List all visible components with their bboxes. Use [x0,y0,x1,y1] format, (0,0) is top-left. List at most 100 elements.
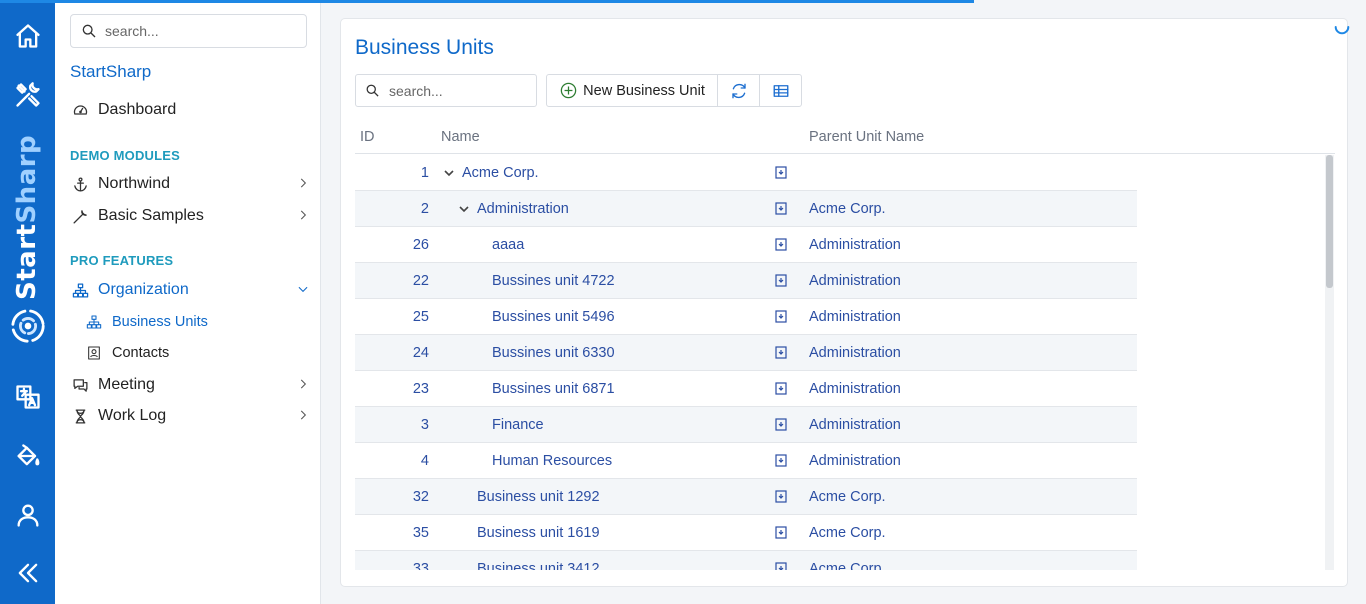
cell-parent-link[interactable]: Administration [809,345,901,361]
table-row[interactable]: 4 Human Resources Administration [355,443,1137,479]
cell-parent-link[interactable]: Acme Corp. [809,561,886,570]
scrollbar-thumb[interactable] [1326,155,1333,288]
sidebar-item-label: Northwind [98,175,171,192]
cell-id: 26 [412,237,429,253]
grid-scrollbar[interactable] [1325,155,1334,570]
edit-row-icon[interactable] [775,418,787,431]
wrench-icon [70,206,90,226]
table-row[interactable]: 23 Bussines unit 6871 Administration [355,371,1137,407]
sidebar-item-label: Basic Samples [98,207,204,224]
chevron-down-icon [296,282,310,296]
hourglass-icon [70,406,90,426]
cell-id: 2 [420,201,429,217]
chevron-right-icon [296,408,310,422]
cell-parent-link[interactable]: Administration [809,453,901,469]
cell-name-link[interactable]: Acme Corp. [462,165,539,181]
sidebar-search-input[interactable] [105,23,295,39]
sidebar-item-label: Business Units [112,314,208,330]
cell-id: 33 [412,561,429,570]
sidebar-item-northwind[interactable]: Northwind [70,171,310,197]
chevron-down-icon[interactable] [458,203,470,215]
edit-row-icon[interactable] [775,562,787,570]
anchor-icon [70,174,90,194]
table-row[interactable]: 24 Bussines unit 6330 Administration [355,335,1137,371]
column-picker-button[interactable] [759,75,801,106]
logo-swirl-icon [11,309,45,343]
cell-name-link[interactable]: Business unit 3412 [477,561,600,570]
column-header-parent-unit-name[interactable]: Parent Unit Name [809,129,924,145]
cell-parent-link[interactable]: Administration [809,273,901,289]
table-row[interactable]: 35 Business unit 1619 Acme Corp. [355,515,1137,551]
cell-name-link[interactable]: Finance [492,417,544,433]
edit-row-icon[interactable] [775,238,787,251]
edit-row-icon[interactable] [775,526,787,539]
grid-search-input[interactable] [389,82,529,99]
cell-parent-link[interactable]: Administration [809,417,901,433]
cell-id: 1 [420,165,429,181]
sidebar: StartSharp Dashboard DEMO MODULES Northw… [55,0,321,604]
sidebar-item-basic-samples[interactable]: Basic Samples [70,203,310,229]
cell-parent-link[interactable]: Administration [809,381,901,397]
cell-parent-link[interactable]: Acme Corp. [809,525,886,541]
edit-row-icon[interactable] [775,202,787,215]
table-row[interactable]: 1 Acme Corp. [355,155,1137,191]
table-row[interactable]: 3 Finance Administration [355,407,1137,443]
grid-search[interactable] [355,74,537,107]
cell-name-link[interactable]: Business unit 1619 [477,525,600,541]
collapse-icon[interactable] [0,553,55,593]
cell-id: 35 [412,525,429,541]
sidebar-item-contacts[interactable]: Contacts [85,341,305,365]
sidebar-brand[interactable]: StartSharp [70,62,151,82]
edit-row-icon[interactable] [775,310,787,323]
chevron-down-icon[interactable] [443,167,455,179]
table-row[interactable]: 2 Administration Acme Corp. [355,191,1137,227]
cell-parent-link[interactable]: Acme Corp. [809,201,886,217]
edit-row-icon[interactable] [775,454,787,467]
sidebar-search[interactable] [70,14,307,48]
home-icon[interactable] [0,16,55,56]
cell-name-link[interactable]: Bussines unit 6871 [492,381,615,397]
cell-name-link[interactable]: Business unit 1292 [477,489,600,505]
contact-card-icon [85,344,103,362]
cell-id: 24 [412,345,429,361]
org-chart-icon [70,280,90,300]
table-row[interactable]: 33 Business unit 3412 Acme Corp. [355,551,1137,570]
sidebar-item-meeting[interactable]: Meeting [70,372,310,398]
cell-name-link[interactable]: Bussines unit 4722 [492,273,615,289]
speedometer-icon [70,100,90,120]
cell-name-link[interactable]: Administration [477,201,569,217]
brand-text-sharp: Sharp [12,134,42,224]
refresh-button[interactable] [717,75,759,106]
new-business-unit-button[interactable]: New Business Unit [547,75,717,106]
table-row[interactable]: 26 aaaa Administration [355,227,1137,263]
cell-name-link[interactable]: Bussines unit 6330 [492,345,615,361]
tools-icon[interactable] [0,75,55,115]
user-icon[interactable] [0,495,55,535]
sidebar-item-dashboard[interactable]: Dashboard [70,97,310,123]
edit-row-icon[interactable] [775,274,787,287]
cell-parent-link[interactable]: Administration [809,237,901,253]
cell-parent-link[interactable]: Acme Corp. [809,489,886,505]
cell-name-link[interactable]: aaaa [492,237,524,253]
table-row[interactable]: 22 Bussines unit 4722 Administration [355,263,1137,299]
paint-bucket-icon[interactable] [0,436,55,476]
column-header-id[interactable]: ID [360,129,375,145]
edit-row-icon[interactable] [775,166,787,179]
sidebar-item-business-units[interactable]: Business Units [85,310,305,334]
cell-id: 23 [412,381,429,397]
sidebar-item-work-log[interactable]: Work Log [70,403,310,429]
table-row[interactable]: 25 Bussines unit 5496 Administration [355,299,1137,335]
translate-icon[interactable] [0,377,55,417]
table-row[interactable]: 32 Business unit 1292 Acme Corp. [355,479,1137,515]
sidebar-item-organization[interactable]: Organization [70,277,310,303]
cell-id: 3 [420,417,429,433]
cell-parent-link[interactable]: Administration [809,309,901,325]
edit-row-icon[interactable] [775,490,787,503]
org-chart-icon [85,313,103,331]
edit-row-icon[interactable] [775,346,787,359]
cell-name-link[interactable]: Bussines unit 5496 [492,309,615,325]
sidebar-item-label: Organization [98,281,189,298]
edit-row-icon[interactable] [775,382,787,395]
cell-name-link[interactable]: Human Resources [492,453,612,469]
column-header-name[interactable]: Name [441,129,480,145]
